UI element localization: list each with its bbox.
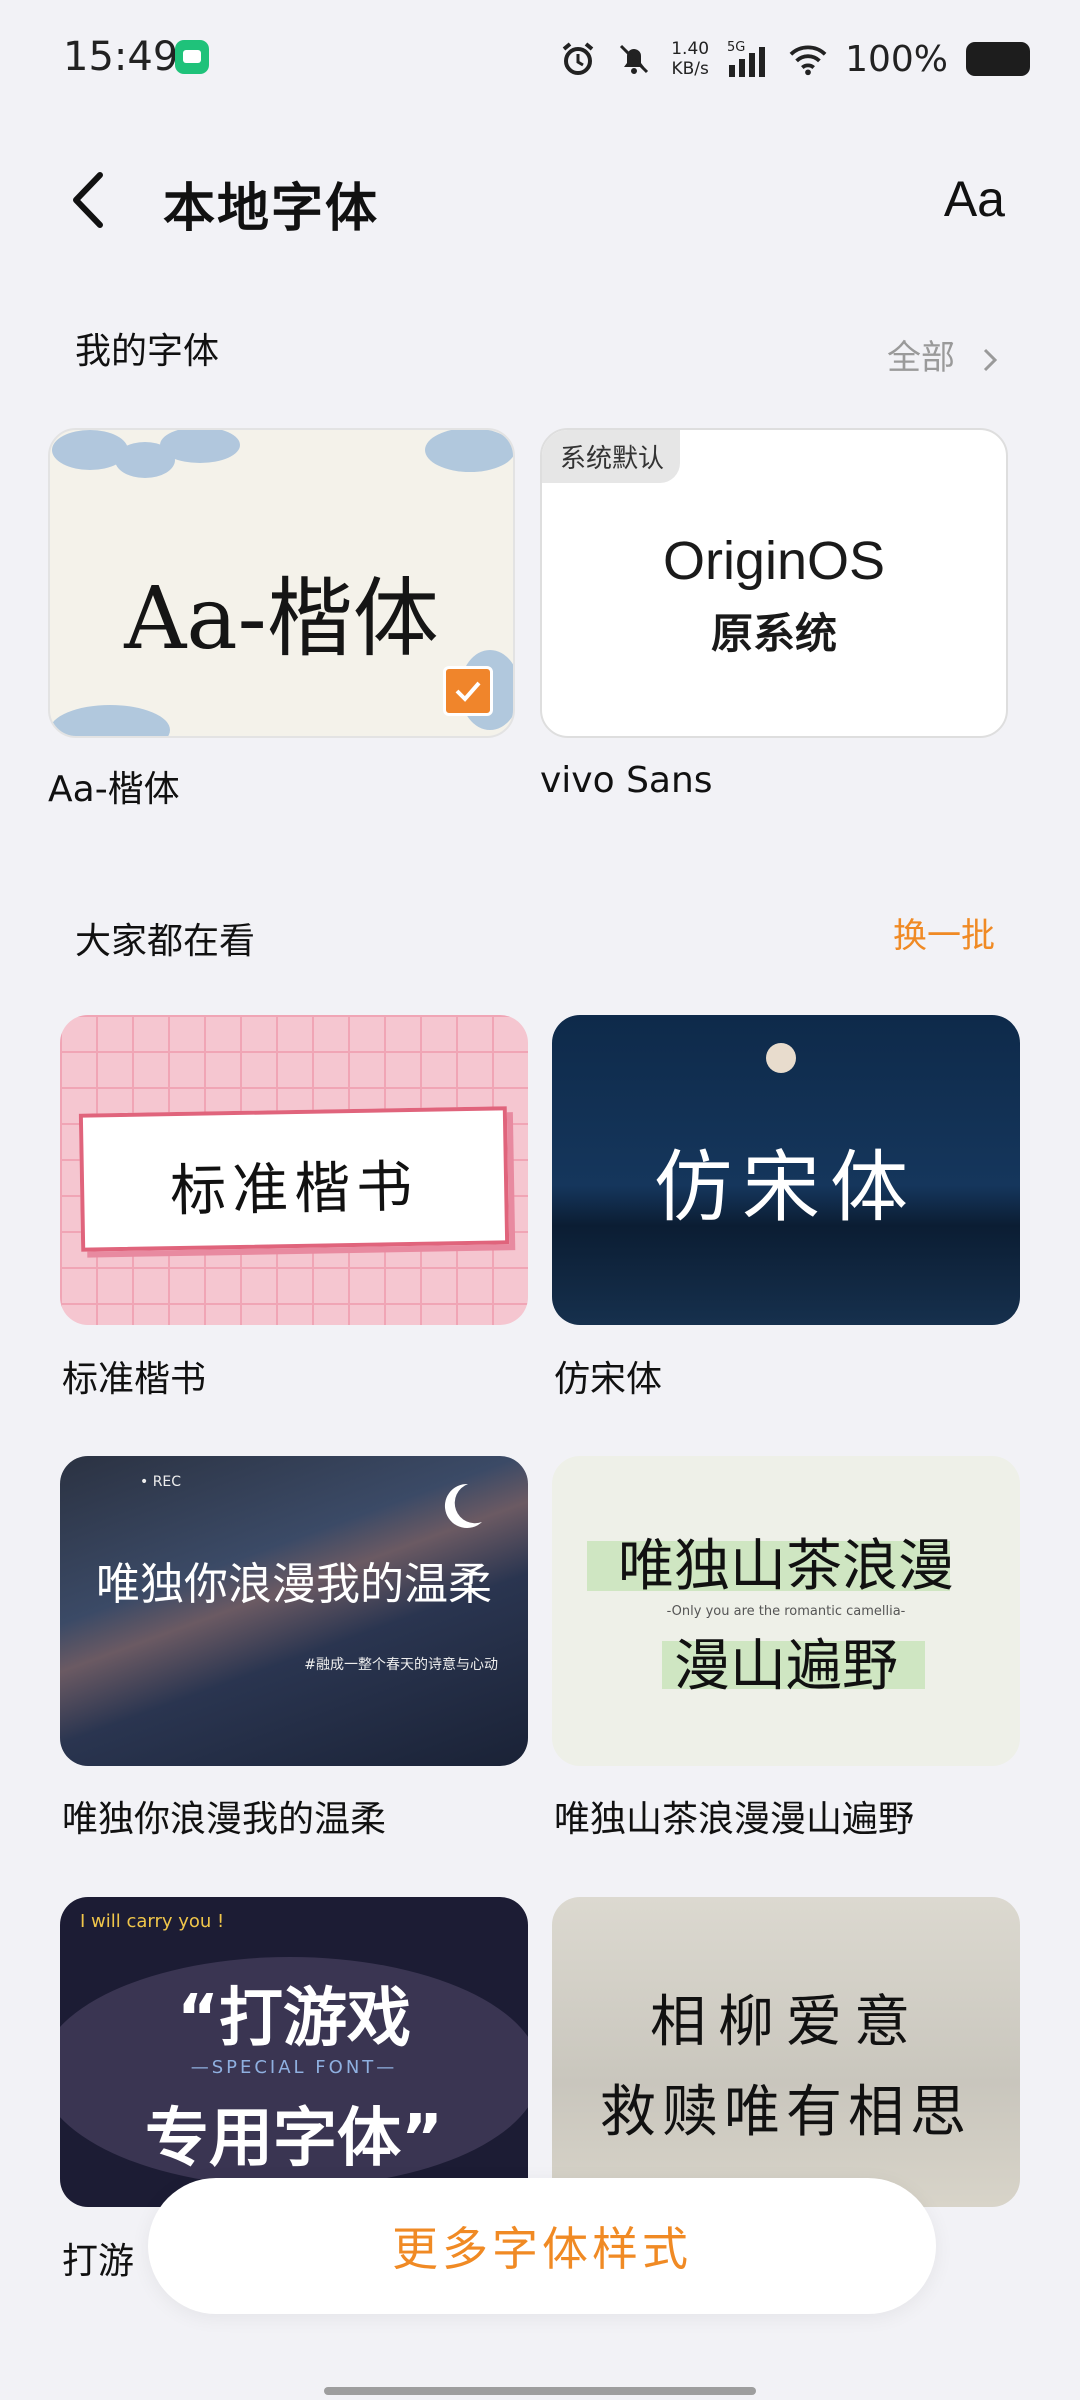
font-label: 标准楷书 xyxy=(62,1359,207,1400)
font-card[interactable]: 相柳爱意 救赎唯有相思 xyxy=(552,1897,1020,2207)
font-label: 唯独你浪漫我的温柔 xyxy=(62,1799,387,1840)
app-notification-icon xyxy=(175,40,209,74)
chevron-left-icon xyxy=(73,172,103,228)
net-speed: 1.40 KB/s xyxy=(671,39,710,79)
font-preview: 标准楷书 xyxy=(169,1154,419,1225)
font-preview-line2: 漫山遍野 xyxy=(674,1634,898,1699)
font-preview: 唯独你浪漫我的温柔 xyxy=(96,1559,492,1610)
font-card-kaiti[interactable]: Aa-楷体 xyxy=(48,428,515,738)
back-button[interactable] xyxy=(60,165,120,235)
font-label: 仿宋体 xyxy=(554,1359,663,1400)
font-card[interactable]: 标准楷书 xyxy=(60,1015,528,1325)
chevron-right-icon xyxy=(983,348,997,371)
signal-icon: 5G xyxy=(727,40,771,78)
font-card[interactable]: • REC 唯独你浪漫我的温柔 #融成一整个春天的诗意与心动 xyxy=(60,1456,528,1766)
svg-text:5G: 5G xyxy=(727,40,745,55)
font-preview-line1: 相柳爱意 xyxy=(650,1990,922,2055)
font-preview-line1: “打游戏 xyxy=(176,1982,412,2056)
font-card[interactable]: 仿宋体 xyxy=(552,1015,1020,1325)
status-time: 15:49 xyxy=(63,34,179,80)
page-title: 本地字体 xyxy=(163,179,380,239)
font-card-vivo-sans[interactable]: 系统默认 OriginOS 原系统 xyxy=(540,428,1008,738)
font-preview-line2: 专用字体” xyxy=(144,2102,444,2176)
my-fonts-title: 我的字体 xyxy=(75,331,220,372)
wifi-icon xyxy=(789,40,827,78)
font-label: 唯独山茶浪漫漫山遍野 xyxy=(554,1799,915,1840)
status-bar: 15:49 1.40 KB/s 5G 100% xyxy=(0,0,1080,120)
font-size-button[interactable]: Aa xyxy=(944,170,1005,228)
battery-icon xyxy=(966,42,1030,76)
font-label: vivo Sans xyxy=(540,760,713,801)
font-preview-line1: OriginOS xyxy=(662,531,886,591)
preview-frame: 标准楷书 xyxy=(78,1106,510,1252)
font-card[interactable]: 唯独山茶浪漫 -Only you are the romantic camell… xyxy=(552,1456,1020,1766)
system-default-badge: 系统默认 xyxy=(542,430,681,483)
font-preview: 仿宋体 xyxy=(653,1143,918,1233)
font-card[interactable]: I will carry you ! “打游戏 —SPECIAL FONT— 专… xyxy=(60,1897,528,2207)
font-preview-line1: 唯独山茶浪漫 xyxy=(618,1534,954,1599)
font-preview: Aa-楷体 xyxy=(124,569,439,669)
more-font-styles-button[interactable]: 更多字体样式 xyxy=(148,2178,936,2314)
font-preview-sub: —SPECIAL FONT— xyxy=(190,2057,398,2078)
font-preview-line2: 原系统 xyxy=(710,609,837,658)
font-preview-top: I will carry you ! xyxy=(80,1911,225,1932)
font-label: 打游 xyxy=(62,2241,135,2282)
font-preview-sub: -Only you are the romantic camellia- xyxy=(666,1604,906,1619)
mute-bell-icon xyxy=(615,40,653,78)
rec-decoration: • REC xyxy=(140,1474,182,1490)
refresh-link[interactable]: 换一批 xyxy=(893,908,995,957)
moon-graphic xyxy=(766,1043,796,1073)
font-label: Aa-楷体 xyxy=(48,769,180,810)
selected-check-icon xyxy=(443,666,493,716)
home-indicator[interactable] xyxy=(324,2387,756,2395)
battery-percent: 100% xyxy=(845,38,948,80)
alarm-icon xyxy=(559,40,597,78)
popular-title: 大家都在看 xyxy=(75,921,256,962)
crescent-moon-icon xyxy=(444,1483,482,1528)
font-preview-line2: 救赎唯有相思 xyxy=(600,2080,972,2145)
font-preview-sub: #融成一整个春天的诗意与心动 xyxy=(304,1657,498,1673)
all-fonts-link[interactable]: 全部 xyxy=(887,330,1002,379)
